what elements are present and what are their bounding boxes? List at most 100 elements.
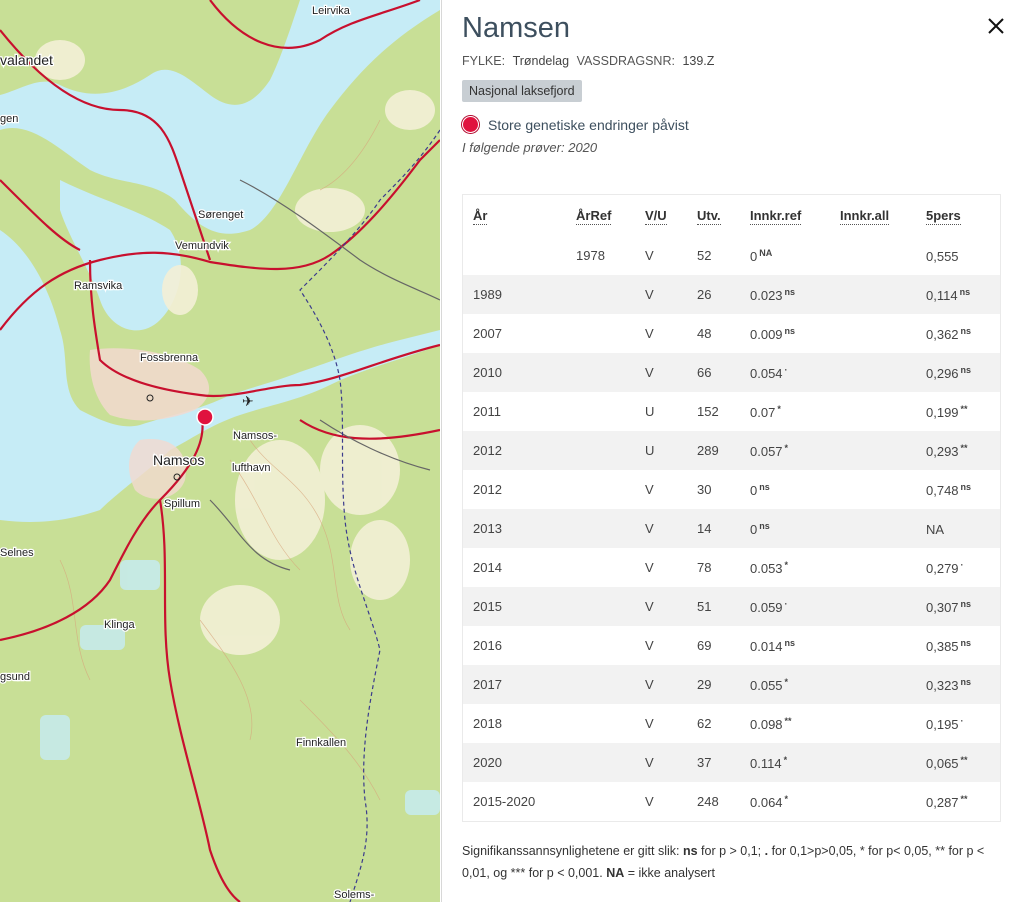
significance-marker: NA — [759, 247, 773, 258]
cell-ar: 2007 — [473, 326, 502, 341]
status-badge: Nasjonal laksefjord — [462, 80, 582, 102]
table-row: 2015 V 51 0.059 · 0,307 ns — [462, 587, 1001, 626]
significance-marker: · — [784, 364, 788, 375]
cell-arref: 1978 — [576, 248, 605, 263]
significance-footnote: Signifikanssannsynlighetene er gitt slik… — [462, 844, 985, 880]
cell-ar: 2015-2020 — [473, 794, 536, 809]
map-canvas[interactable]: ✈ Leirvika valandet gen Sørenget Vemundv… — [0, 0, 440, 902]
cell-5pers: 0,065 ** — [926, 754, 968, 771]
cell-vu: V — [645, 521, 654, 536]
cell-utv: 66 — [697, 365, 712, 380]
cell-vu: V — [645, 560, 654, 575]
map-label-valandet: valandet — [0, 52, 53, 68]
cell-ar: 2012 — [473, 482, 502, 497]
table-row: 2015-2020 V 248 0.064 * 0,287 ** — [462, 782, 1001, 822]
table-row: 1989 V 26 0.023 ns 0,114 ns — [462, 275, 1001, 314]
cell-innkr-ref: 0.055 * — [750, 676, 789, 693]
cell-innkr-all — [830, 743, 916, 782]
column-header-vu[interactable]: V/U — [635, 195, 687, 237]
table-header-row: År ÅrRef V/U Utv. Innkr.ref Innkr.all 5p… — [463, 195, 1001, 237]
cell-innkr-ref: 0.009 ns — [750, 325, 796, 342]
cell-arref — [566, 665, 635, 704]
significance-marker: * — [777, 403, 781, 414]
cell-utv: 48 — [697, 326, 712, 341]
significance-marker: ** — [784, 715, 792, 726]
table-row: 2016 V 69 0.014 ns 0,385 ns — [462, 626, 1001, 665]
map-label-solems: Solems- — [334, 889, 375, 901]
significance-marker: ns — [960, 676, 972, 687]
cell-utv: 289 — [697, 443, 719, 458]
significance-marker: ns — [784, 637, 796, 648]
significance-marker: * — [783, 754, 788, 765]
cell-innkr-ref: 0.07 * — [750, 403, 781, 420]
significance-marker: · — [960, 715, 964, 726]
map-label-spillum: Spillum — [164, 498, 200, 510]
cell-utv: 52 — [697, 248, 712, 263]
cell-arref — [566, 509, 635, 548]
cell-utv: 51 — [697, 599, 712, 614]
significance-marker: ns — [960, 481, 972, 492]
column-header-arref[interactable]: ÅrRef — [566, 195, 635, 237]
cell-vu: V — [645, 716, 654, 731]
map-label-finnkallen: Finnkallen — [296, 737, 346, 749]
cell-vu: V — [645, 677, 654, 692]
close-button[interactable] — [986, 16, 1006, 36]
cell-ar — [463, 236, 567, 275]
significance-marker: ** — [960, 442, 968, 453]
map-view[interactable]: ✈ Leirvika valandet gen Sørenget Vemundv… — [0, 0, 440, 902]
cell-innkr-ref: 0.098 ** — [750, 715, 792, 732]
significance-marker: ** — [960, 403, 968, 414]
table-row: 2018 V 62 0.098 ** 0,195 · — [462, 704, 1001, 743]
cell-arref — [566, 587, 635, 626]
river-metadata: FYLKE: Trøndelag VASSDRAGSNR: 139.Z — [462, 54, 718, 68]
cell-arref — [566, 392, 635, 431]
cell-5pers: 0,114 ns — [926, 286, 971, 303]
cell-ar: 1989 — [473, 287, 502, 302]
cell-5pers: 0,748 ns — [926, 481, 972, 498]
map-label-klinga: Klinga — [104, 619, 135, 631]
map-label-vemundvik: Vemundvik — [175, 240, 229, 252]
fylke-value: Trøndelag — [512, 54, 570, 68]
cell-ar: 2013 — [473, 521, 502, 536]
cell-innkr-ref: 0.054 · — [750, 364, 788, 381]
map-label-gsund: gsund — [0, 671, 30, 683]
map-label-fossbrenna: Fossbrenna — [140, 352, 199, 364]
cell-vu: V — [645, 248, 654, 263]
significance-marker: ** — [960, 793, 968, 804]
cell-innkr-all — [830, 782, 916, 822]
cell-vu: V — [645, 599, 654, 614]
cell-utv: 30 — [697, 482, 712, 497]
table-body: 1978 V 52 0 NA 0,555 1989 V 26 0.023 ns 0,114 ns 2007… — [462, 236, 1001, 822]
map-label-gen: gen — [0, 113, 18, 125]
cell-utv: 14 — [697, 521, 712, 536]
cell-vu: V — [645, 326, 654, 341]
cell-utv: 29 — [697, 677, 712, 692]
cell-ar: 2011 — [473, 404, 501, 419]
cell-innkr-ref: 0 ns — [750, 481, 770, 498]
significance-marker: ns — [960, 364, 972, 375]
cell-innkr-ref: 0 ns — [750, 520, 770, 537]
column-header-innkr-ref[interactable]: Innkr.ref — [740, 195, 830, 237]
fylke-label: FYLKE: — [462, 54, 506, 68]
column-header-utv[interactable]: Utv. — [687, 195, 740, 237]
cell-innkr-ref: 0.014 ns — [750, 637, 796, 654]
significance-marker: * — [784, 559, 789, 570]
cell-arref — [566, 704, 635, 743]
cell-innkr-all — [830, 470, 916, 509]
significance-marker: * — [784, 442, 789, 453]
cell-innkr-all — [830, 509, 916, 548]
cell-5pers: 0,287 ** — [926, 793, 968, 810]
airport-icon: ✈ — [242, 393, 254, 409]
cell-innkr-all — [830, 704, 916, 743]
significance-marker: ns — [960, 637, 972, 648]
column-header-ar[interactable]: År — [463, 195, 567, 237]
cell-arref — [566, 470, 635, 509]
column-header-5pers[interactable]: 5pers — [916, 195, 1001, 237]
column-header-innkr-all[interactable]: Innkr.all — [830, 195, 916, 237]
cell-innkr-all — [830, 665, 916, 704]
significance-marker: ns — [960, 598, 972, 609]
significance-marker: ns — [784, 325, 796, 336]
cell-innkr-all — [830, 392, 916, 431]
cell-innkr-all — [830, 548, 916, 587]
sample-site-marker[interactable] — [196, 408, 214, 426]
